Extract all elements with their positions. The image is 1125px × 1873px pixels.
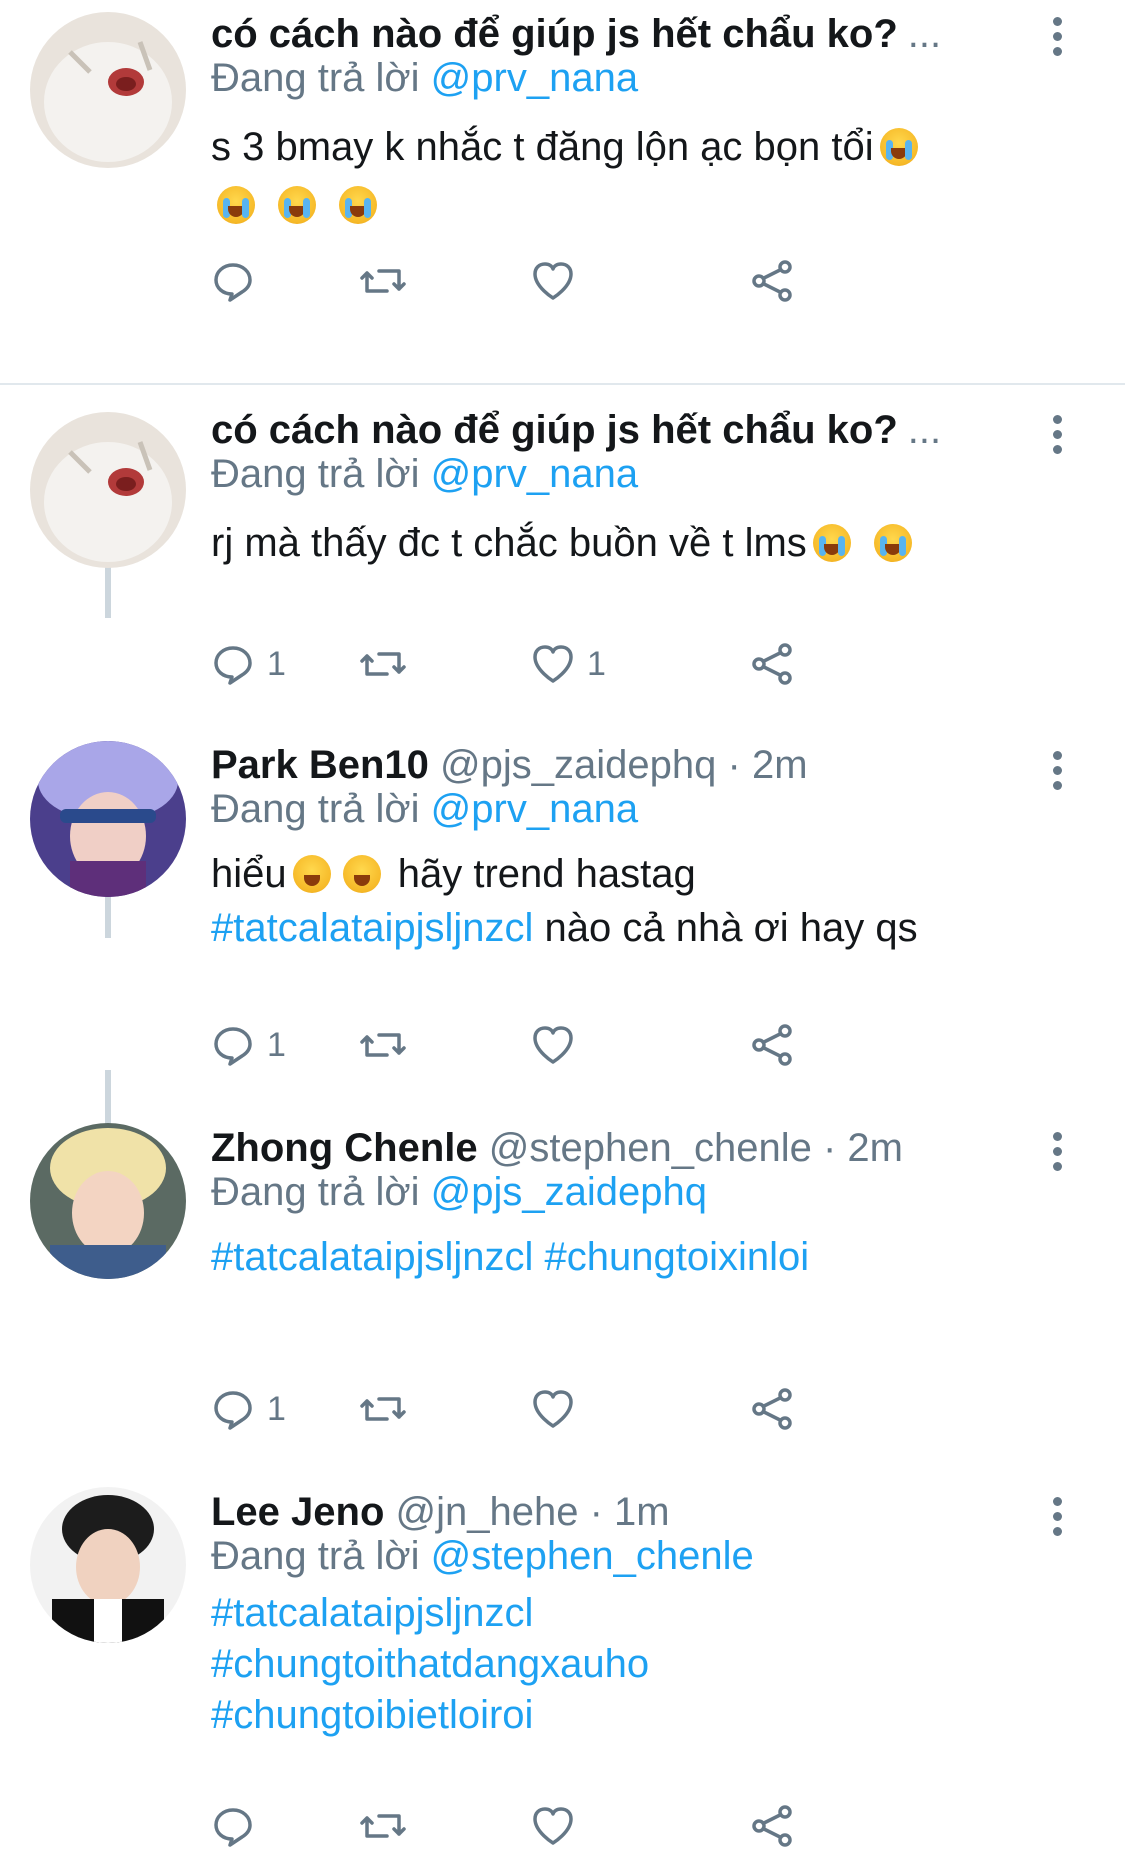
share-icon: [752, 1388, 792, 1430]
share-button[interactable]: [749, 634, 797, 694]
more-options-icon[interactable]: [1047, 751, 1067, 797]
retweet-button[interactable]: [359, 1015, 407, 1075]
reply-icon: [214, 263, 252, 302]
tweet-actions: [211, 251, 971, 311]
share-icon: [752, 1024, 792, 1066]
tweet-4[interactable]: Zhong Chenle @stephen_chenle · 2m Đang t…: [0, 1115, 1125, 1445]
reply-icon: [214, 646, 252, 685]
share-button[interactable]: [749, 1796, 797, 1856]
truncation: ...: [907, 408, 942, 452]
replying-to: Đang trả lời @prv_nana: [211, 787, 639, 831]
share-icon: [752, 260, 792, 302]
avatar[interactable]: [30, 1487, 186, 1643]
heart-icon: [533, 1390, 573, 1428]
truncation: ...: [907, 12, 942, 56]
heart-icon: [533, 262, 573, 300]
like-button[interactable]: [529, 1379, 577, 1439]
like-button[interactable]: [529, 1796, 577, 1856]
more-options-icon[interactable]: [1047, 1497, 1067, 1543]
reply-to-link[interactable]: @prv_nana: [431, 787, 638, 831]
avatar[interactable]: [30, 412, 186, 568]
heart-icon: [533, 645, 573, 683]
tweet-1[interactable]: có cách nào để giúp js hết chẩu ko?... Đ…: [0, 0, 1125, 320]
reply-button[interactable]: 1: [209, 1379, 286, 1439]
reply-icon: [214, 1391, 252, 1430]
reply-button[interactable]: [209, 251, 267, 311]
reply-button[interactable]: [209, 1796, 257, 1856]
tweet-2[interactable]: có cách nào để giúp js hết chẩu ko?... Đ…: [0, 398, 1125, 728]
loudly-crying-emoji: [879, 128, 918, 166]
avatar[interactable]: [30, 12, 186, 168]
hashtag-link[interactable]: #tatcalataipjsljnzcl: [211, 1235, 533, 1279]
tweet-body: s 3 bmay k nhắc t đăng lộn ạc bọn tổi: [211, 118, 1005, 234]
share-button[interactable]: [749, 1379, 797, 1439]
more-options-icon[interactable]: [1047, 1132, 1067, 1178]
retweet-icon: [360, 1397, 406, 1421]
tweet-actions: 1: [211, 1015, 971, 1075]
more-options-icon[interactable]: [1047, 415, 1067, 461]
tweet-5[interactable]: Lee Jeno @jn_hehe · 1m Đang trả lời @ste…: [0, 1480, 1125, 1873]
tweet-actions: 1 1: [211, 634, 971, 694]
hashtag-link[interactable]: #tatcalataipjsljnzcl: [211, 906, 533, 950]
retweet-icon: [360, 652, 406, 676]
like-button[interactable]: 1: [529, 634, 606, 694]
reply-to-link[interactable]: @prv_nana: [431, 452, 638, 496]
heart-icon: [533, 1026, 573, 1064]
divider: [0, 383, 1125, 385]
loudly-crying-emoji: [812, 524, 851, 562]
replying-to: Đang trả lời @prv_nana: [211, 452, 639, 496]
retweet-button[interactable]: [359, 251, 407, 311]
reply-count: 1: [267, 1025, 286, 1064]
tweet-3[interactable]: Park Ben10 @pjs_zaidephq · 2m Đang trả l…: [0, 735, 1125, 1075]
like-button[interactable]: [529, 1015, 577, 1075]
replying-to: Đang trả lời @stephen_chenle: [211, 1534, 754, 1578]
hashtag-link[interactable]: #chungtoibietloiroi: [211, 1693, 533, 1737]
heart-icon: [533, 1807, 573, 1845]
timestamp: · 2m: [822, 1126, 903, 1170]
hashtag-link[interactable]: #chungtoithatdangxauho: [211, 1642, 649, 1686]
retweet-icon: [360, 269, 406, 293]
tweet-body: #tatcalataipjsljnzcl #chungtoixinloi: [211, 1230, 1005, 1284]
tweet-actions: 1: [211, 1379, 971, 1439]
share-icon: [752, 1805, 792, 1847]
loudly-crying-emoji: [217, 186, 255, 224]
loudly-crying-emoji: [278, 186, 317, 224]
retweet-button[interactable]: [359, 634, 407, 694]
reply-to-link[interactable]: @prv_nana: [431, 56, 638, 100]
tweet-body: hiểu hãy trend hastag #tatcalataipjsljnz…: [211, 852, 918, 950]
reply-to-link[interactable]: @stephen_chenle: [431, 1534, 754, 1578]
hashtag-link[interactable]: #tatcalataipjsljnzcl: [211, 1591, 533, 1635]
reply-count: 1: [267, 1389, 286, 1428]
share-button[interactable]: [749, 251, 797, 311]
loudly-crying-emoji: [873, 524, 912, 562]
share-button[interactable]: [749, 1015, 797, 1075]
reply-button[interactable]: 1: [209, 634, 286, 694]
reply-to-link[interactable]: @pjs_zaidephq: [431, 1170, 707, 1214]
share-icon: [752, 643, 792, 685]
retweet-icon: [360, 1033, 406, 1057]
like-count: 1: [587, 644, 606, 683]
reply-count: 1: [267, 644, 286, 683]
more-options-icon[interactable]: [1047, 17, 1067, 63]
reply-icon: [214, 1808, 252, 1847]
reply-button[interactable]: 1: [209, 1015, 286, 1075]
tweet-body: rj mà thấy đc t chắc buồn về t lms: [211, 516, 1005, 570]
retweet-button[interactable]: [359, 1796, 407, 1856]
replying-to: Đang trả lời @pjs_zaidephq: [211, 1170, 708, 1214]
avatar[interactable]: [30, 741, 186, 897]
loudly-crying-emoji: [339, 186, 378, 224]
reply-icon: [214, 1027, 252, 1066]
avatar[interactable]: [30, 1123, 186, 1279]
retweet-button[interactable]: [359, 1379, 407, 1439]
replying-to: Đang trả lời @prv_nana: [211, 56, 639, 100]
tweet-actions: [211, 1796, 971, 1856]
retweet-icon: [360, 1814, 406, 1838]
like-button[interactable]: [529, 251, 587, 311]
rofl-emoji: [342, 855, 381, 893]
laughing-emoji: [292, 855, 331, 893]
timestamp: · 2m: [727, 743, 808, 787]
tweet-body: #tatcalataipjsljnzcl #chungtoithatdangxa…: [211, 1588, 1005, 1741]
hashtag-link[interactable]: #chungtoixinloi: [545, 1235, 810, 1279]
